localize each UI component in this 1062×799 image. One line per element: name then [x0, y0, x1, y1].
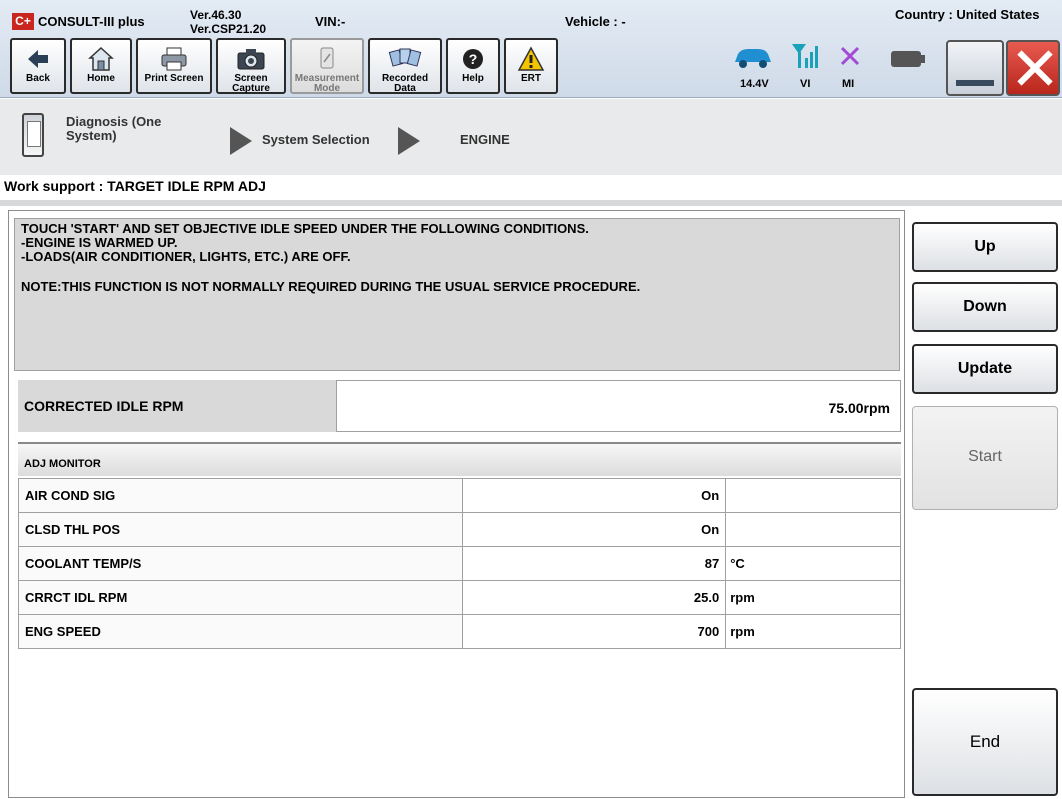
monitor-item-unit: rpm [725, 614, 901, 649]
breadcrumb-system-selection[interactable]: System Selection [262, 133, 370, 147]
title-row: C+ CONSULT-III plus Ver.46.30 Ver.CSP21.… [0, 0, 1062, 36]
down-button[interactable]: Down [912, 282, 1058, 332]
vehicle-label: Vehicle : - [565, 14, 626, 29]
print-screen-button[interactable]: Print Screen [136, 38, 212, 94]
recorded-data-button[interactable]: Recorded Data [368, 38, 442, 94]
monitor-item-value: 25.0 [461, 580, 727, 615]
version-line-1: Ver.46.30 [190, 8, 242, 22]
status-panel: 14.4V VI MI [726, 38, 942, 96]
screen-capture-button[interactable]: Screen Capture [216, 38, 286, 94]
monitor-item-name: COOLANT TEMP/S [18, 546, 463, 581]
vin-label: VIN:- [315, 14, 346, 29]
corrected-idle-rpm-value: 75.00rpm [336, 380, 901, 432]
camera-icon [237, 49, 265, 70]
home-label: Home [87, 73, 115, 84]
breadcrumb-diagnosis[interactable]: Diagnosis (One System) [66, 115, 196, 143]
measurement-icon [320, 47, 334, 69]
mi-disconnected-icon [840, 46, 860, 66]
ert-label: ERT [521, 73, 541, 84]
vi-signal-icon [792, 44, 818, 68]
help-button[interactable]: ? Help [446, 38, 500, 94]
breadcrumb-arrow-icon [230, 127, 252, 155]
back-label: Back [26, 73, 50, 84]
printer-icon [161, 47, 187, 71]
battery-icon [891, 51, 925, 67]
instruction-line-2: -ENGINE IS WARMED UP. [21, 235, 178, 250]
version-info: Ver.46.30 Ver.CSP21.20 [190, 8, 266, 36]
top-bar: C+ CONSULT-III plus Ver.46.30 Ver.CSP21.… [0, 0, 1062, 98]
consult-logo: C+ [12, 13, 34, 30]
divider [0, 200, 1062, 206]
help-icon: ? [463, 49, 483, 69]
measurement-mode-button[interactable]: Measurement Mode [290, 38, 364, 94]
table-row: COOLANT TEMP/S 87 °C [18, 546, 901, 581]
instruction-line-1: TOUCH 'START' AND SET OBJECTIVE IDLE SPE… [21, 221, 589, 236]
up-button[interactable]: Up [912, 222, 1058, 272]
monitor-item-value: 700 [461, 614, 727, 649]
adj-monitor-table: AIR COND SIG On CLSD THL POS On COOLANT … [18, 478, 901, 649]
monitor-item-name: AIR COND SIG [18, 478, 463, 513]
start-button[interactable]: Start [912, 406, 1058, 510]
version-line-2: Ver.CSP21.20 [190, 22, 267, 36]
home-button[interactable]: Home [70, 38, 132, 94]
back-button[interactable]: Back [10, 38, 66, 94]
monitor-item-value: 87 [461, 546, 727, 581]
country-label: Country : United States [895, 7, 1040, 22]
vi-device-icon [22, 113, 44, 157]
table-row: ENG SPEED 700 rpm [18, 614, 901, 649]
instruction-line-3: -LOADS(AIR CONDITIONER, LIGHTS, ETC.) AR… [21, 249, 351, 264]
corrected-idle-rpm-label: CORRECTED IDLE RPM [18, 380, 336, 432]
home-icon [88, 46, 114, 71]
car-battery-icon [735, 49, 771, 68]
update-button[interactable]: Update [912, 344, 1058, 394]
close-button[interactable] [1006, 40, 1060, 96]
breadcrumb-engine: ENGINE [460, 132, 510, 147]
monitor-item-name: ENG SPEED [18, 614, 463, 649]
monitor-item-name: CRRCT IDL RPM [18, 580, 463, 615]
monitor-item-unit [725, 478, 901, 513]
monitor-item-unit: rpm [725, 580, 901, 615]
breadcrumb-arrow-icon [398, 127, 420, 155]
page-title: Work support : TARGET IDLE RPM ADJ [4, 178, 266, 194]
recorded-data-label: Recorded Data [381, 73, 429, 94]
ert-button[interactable]: ERT [504, 38, 558, 94]
breadcrumb: Diagnosis (One System) System Selection … [0, 99, 1062, 175]
minimize-button[interactable] [946, 40, 1004, 96]
adj-monitor-header: ADJ MONITOR [18, 442, 901, 476]
warning-triangle-icon [517, 46, 545, 71]
svg-text:?: ? [469, 51, 478, 67]
app-name: CONSULT-III plus [38, 14, 145, 29]
table-row: AIR COND SIG On [18, 478, 901, 513]
screen-capture-label: Screen Capture [232, 73, 270, 94]
instruction-note: NOTE:THIS FUNCTION IS NOT NORMALLY REQUI… [21, 279, 641, 294]
instruction-box: TOUCH 'START' AND SET OBJECTIVE IDLE SPE… [14, 218, 900, 371]
recorded-data-icon [388, 48, 422, 67]
back-arrow-icon [28, 50, 48, 68]
monitor-item-unit [725, 512, 901, 547]
vi-label: VI [800, 78, 811, 90]
measurement-mode-label: Measurement Mode [294, 73, 360, 94]
monitor-item-value: On [461, 512, 727, 547]
table-row: CLSD THL POS On [18, 512, 901, 547]
table-row: CRRCT IDL RPM 25.0 rpm [18, 580, 901, 615]
monitor-item-value: On [461, 478, 727, 513]
monitor-item-name: CLSD THL POS [18, 512, 463, 547]
monitor-item-unit: °C [725, 546, 901, 581]
help-label: Help [462, 73, 484, 84]
print-screen-label: Print Screen [144, 73, 204, 84]
end-button[interactable]: End [912, 688, 1058, 796]
mi-label: MI [842, 78, 855, 90]
battery-voltage: 14.4V [740, 78, 769, 90]
